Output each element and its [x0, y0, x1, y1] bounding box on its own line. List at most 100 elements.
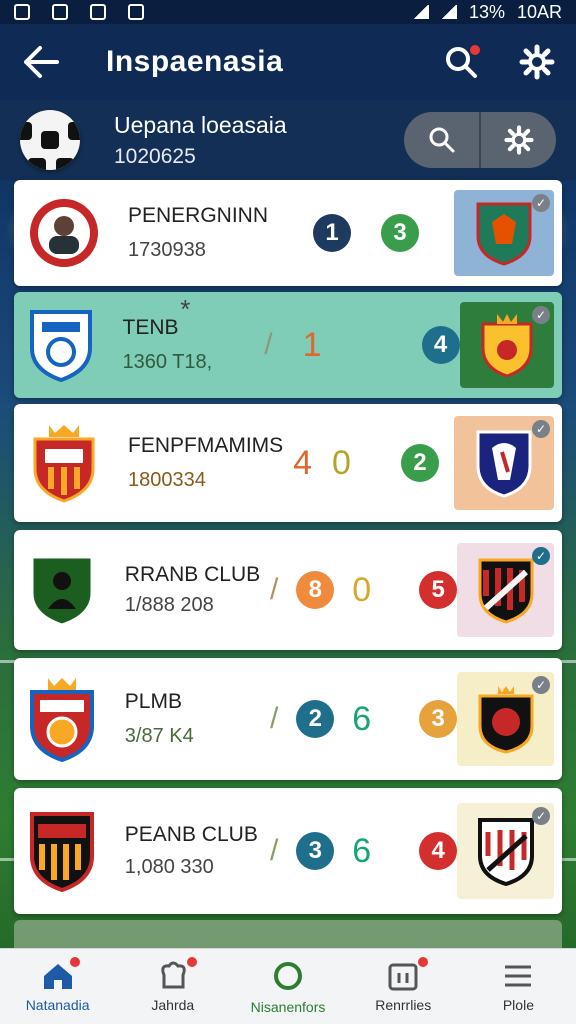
nav-label: Renrrlies — [375, 996, 432, 1013]
opponent-crest-icon — [477, 818, 534, 886]
arrow-left-icon — [24, 46, 59, 78]
nav-item-menu[interactable]: Plole — [461, 949, 576, 1024]
notification-badge — [468, 43, 482, 57]
favorite-icon[interactable]: ✓ — [532, 420, 550, 438]
notification-icon — [52, 4, 68, 20]
clock: 10AR — [516, 1, 562, 22]
team-meta: 1,080 330 — [124, 855, 214, 878]
opponent-tile[interactable]: ✓ — [457, 803, 554, 899]
score-home: 4 — [293, 443, 312, 482]
score-away: 6 — [352, 831, 372, 870]
score-away: 3 — [381, 214, 419, 252]
score-home: 8 — [296, 571, 335, 609]
match-card[interactable]: TENB 1360 T18, * / 1 4 ✓ — [14, 292, 562, 398]
opponent-tile[interactable]: ✓ — [457, 543, 554, 637]
team-meta: 1730938 — [128, 238, 206, 261]
favorite-icon[interactable]: ✓ — [532, 547, 550, 565]
opponent-tile[interactable]: ✓ — [454, 190, 554, 276]
menu-icon — [505, 965, 532, 986]
league-header: Uepana loeasaia 1020625 — [0, 100, 576, 180]
team-name: RRANB CLUB — [124, 562, 261, 586]
team-crest-icon — [30, 812, 95, 892]
settings-button[interactable] — [514, 39, 560, 85]
opponent-crest-icon — [478, 686, 534, 754]
match-card[interactable]: FENPFMAMIMS 1800334 4 0 2 ✓ — [14, 404, 562, 522]
notification-badge — [187, 957, 198, 967]
nav-label: Plole — [502, 996, 534, 1013]
notification-icon — [128, 4, 144, 20]
favorite-star: * — [180, 293, 191, 324]
team-crest-icon — [30, 199, 98, 267]
nav-item-center[interactable]: Nisanenfors — [230, 949, 345, 1024]
favorite-icon[interactable]: ✓ — [532, 306, 551, 324]
chef-icon — [161, 961, 186, 988]
status-bar: 13% 10AR — [0, 0, 576, 24]
team-name: PLMB — [124, 689, 182, 713]
notification-icon — [14, 4, 30, 20]
score-extra: 2 — [400, 444, 439, 482]
nav-label: Natanadia — [25, 996, 90, 1013]
gear-icon — [519, 44, 555, 80]
opponent-tile[interactable]: ✓ — [459, 302, 555, 388]
score-away: 0 — [352, 570, 372, 609]
notification-icon — [90, 4, 106, 20]
nav-label: Nisanenfors — [250, 998, 326, 1015]
header-settings-button[interactable] — [479, 112, 556, 168]
score-separator: / — [269, 702, 279, 735]
match-card[interactable]: PEANB CLUB 1,080 330 / 3 6 4 ✓ — [14, 788, 562, 914]
score-home: 3 — [296, 832, 335, 870]
notification-badge — [417, 957, 428, 967]
league-title: Uepana loeasaia — [114, 111, 287, 138]
opponent-tile[interactable]: ✓ — [454, 416, 554, 510]
header-search-button[interactable] — [404, 112, 479, 168]
match-card[interactable]: PENERGNINN 1730938 1 3 ✓ — [14, 180, 562, 286]
circle-icon — [274, 961, 302, 990]
team-meta: 3/87 K4 — [124, 724, 194, 747]
search-icon — [429, 127, 454, 153]
team-meta: 1/888 208 — [124, 593, 214, 616]
back-button[interactable] — [16, 37, 66, 87]
team-crest-icon — [30, 678, 95, 762]
opponent-tile[interactable]: ✓ — [457, 672, 554, 766]
team-crest-icon — [30, 310, 93, 382]
home-icon — [43, 963, 72, 989]
score-extra: 3 — [419, 700, 458, 738]
favorite-icon[interactable]: ✓ — [532, 807, 550, 825]
signal-icon — [412, 5, 429, 19]
nav-item-chef[interactable]: Jahrda — [115, 949, 230, 1024]
score-separator: / — [269, 573, 279, 606]
favorite-icon[interactable]: ✓ — [532, 194, 550, 212]
notification-icons — [14, 4, 144, 20]
wifi-icon — [440, 5, 457, 19]
system-icons: 13% 10AR — [412, 1, 562, 23]
score-home: 1 — [313, 214, 351, 252]
opponent-crest-icon — [481, 314, 533, 378]
score-separator: / — [269, 834, 279, 867]
match-card[interactable]: PLMB 3/87 K4 / 2 6 3 ✓ — [14, 658, 562, 780]
battery-text: 13% — [468, 1, 505, 22]
match-card[interactable]: RRANB CLUB 1/888 208 / 8 0 5 ✓ — [14, 530, 562, 650]
nav-item-home[interactable]: Natanadia — [0, 949, 115, 1024]
score-away: 6 — [352, 699, 372, 738]
calendar-icon — [388, 963, 418, 990]
nav-item-calendar[interactable]: Renrrlies — [346, 949, 461, 1024]
score-home: 2 — [296, 700, 335, 738]
team-crest-icon — [33, 425, 95, 503]
nav-label: Jahrda — [151, 996, 195, 1013]
team-name: PEANB CLUB — [124, 822, 258, 846]
opponent-crest-icon — [476, 430, 532, 498]
app-title: Inspaenasia — [106, 45, 284, 78]
app-bar: Inspaenasia — [0, 24, 576, 100]
gear-icon — [503, 125, 534, 155]
score-away: 4 — [421, 326, 460, 364]
favorite-icon[interactable]: ✓ — [532, 676, 550, 694]
soccer-ball-icon — [20, 110, 80, 170]
team-meta: 1360 T18, — [122, 350, 213, 373]
search-button[interactable] — [438, 39, 484, 85]
team-meta: 1800334 — [128, 468, 206, 491]
score-extra: 4 — [419, 832, 458, 870]
score-home: 1 — [302, 325, 322, 364]
score-extra: 5 — [419, 571, 458, 609]
score-away: 0 — [332, 443, 351, 482]
team-name: PENERGNINN — [128, 203, 269, 227]
